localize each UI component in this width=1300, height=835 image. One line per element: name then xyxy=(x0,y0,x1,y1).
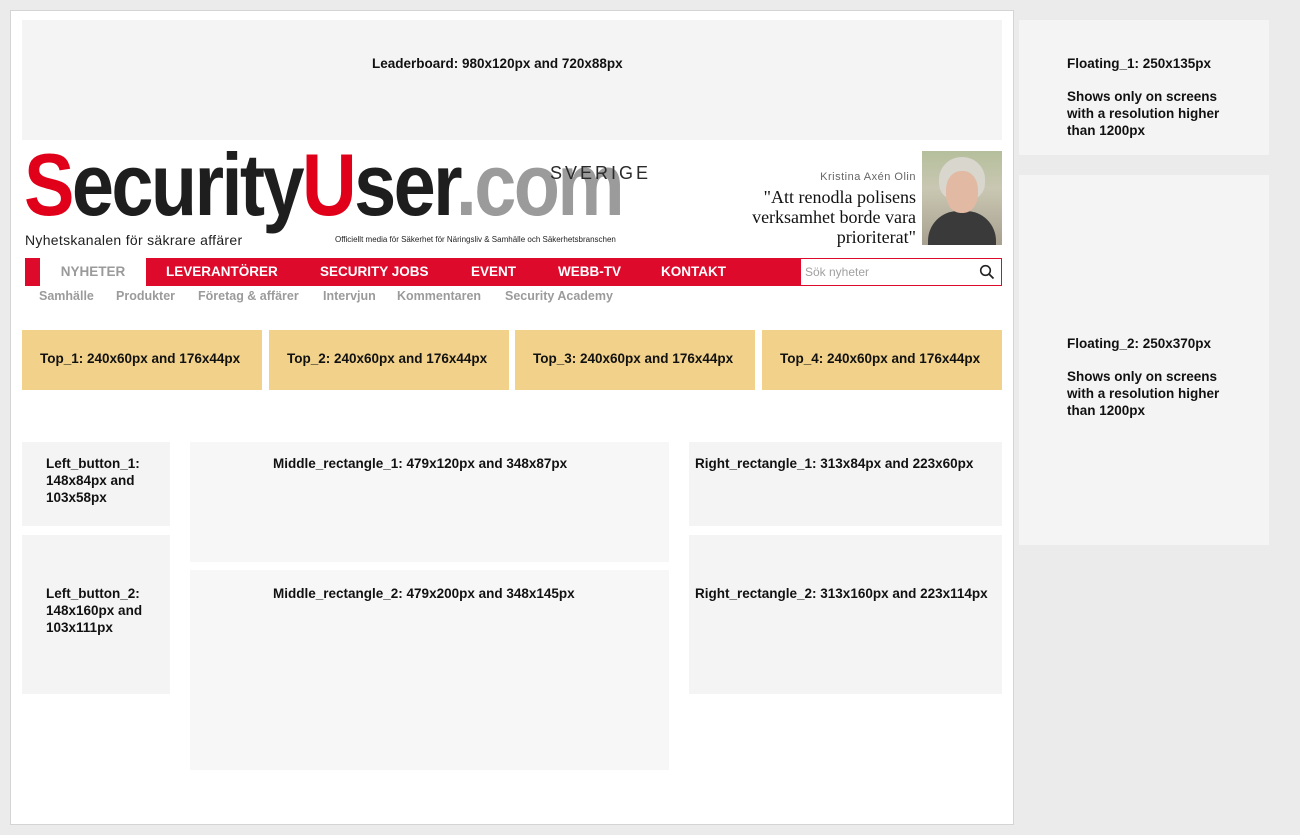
quote-promo[interactable]: Kristina Axén Olin "Att renodla polisens… xyxy=(706,151,1002,247)
right-rectangle-1-ad[interactable]: Right_rectangle_1: 313x84px and 223x60px xyxy=(689,442,1002,526)
logo-wordmark: SecurityUser.com xyxy=(24,135,625,234)
leaderboard-label: Leaderboard: 980x120px and 720x88px xyxy=(372,56,623,71)
nav-item-security-jobs[interactable]: SECURITY JOBS xyxy=(320,258,429,286)
search-icon[interactable] xyxy=(979,264,995,280)
search-box xyxy=(800,258,1002,286)
left-button-1-ad[interactable]: Left_button_1: 148x84px and 103x58px xyxy=(22,442,170,526)
top-ad-4[interactable]: Top_4: 240x60px and 176x44px xyxy=(762,330,1002,390)
subnav-intervjun[interactable]: Intervjun xyxy=(323,289,376,305)
main-nav: NYHETER LEVERANTÖRER SECURITY JOBS EVENT… xyxy=(25,258,1002,286)
floating-2-ad[interactable]: Floating_2: 250x370px Shows only on scre… xyxy=(1019,175,1269,545)
floating-1-ad[interactable]: Floating_1: 250x135px Shows only on scre… xyxy=(1019,20,1269,155)
top-ad-3[interactable]: Top_3: 240x60px and 176x44px xyxy=(515,330,755,390)
subnav-foretag-affarer[interactable]: Företag & affärer xyxy=(198,289,299,305)
top-ad-1[interactable]: Top_1: 240x60px and 176x44px xyxy=(22,330,262,390)
nav-item-webb-tv[interactable]: WEBB-TV xyxy=(558,258,621,286)
subnav-kommentaren[interactable]: Kommentaren xyxy=(397,289,481,305)
search-input[interactable] xyxy=(805,263,965,281)
subnav-samhalle[interactable]: Samhälle xyxy=(39,289,94,305)
promo-quote: "Att renodla polisens verksamhet borde v… xyxy=(752,187,916,247)
nav-item-nyheter[interactable]: NYHETER xyxy=(40,258,146,286)
right-rectangle-2-ad[interactable]: Right_rectangle_2: 313x160px and 223x114… xyxy=(689,535,1002,694)
top-ad-2[interactable]: Top_2: 240x60px and 176x44px xyxy=(269,330,509,390)
subnav-security-academy[interactable]: Security Academy xyxy=(505,289,613,305)
left-button-2-ad[interactable]: Left_button_2: 148x160px and 103x111px xyxy=(22,535,170,694)
site-logo[interactable]: SecurityUser.com SVERIGE Nyhetskanalen f… xyxy=(24,135,664,251)
subnav-produkter[interactable]: Produkter xyxy=(116,289,175,305)
middle-rectangle-1-ad[interactable]: Middle_rectangle_1: 479x120px and 348x87… xyxy=(190,442,669,562)
logo-tagline: Nyhetskanalen för säkrare affärer xyxy=(25,232,243,248)
promo-portrait xyxy=(922,151,1002,245)
leaderboard-ad[interactable]: Leaderboard: 980x120px and 720x88px xyxy=(22,20,1002,140)
middle-rectangle-2-ad[interactable]: Middle_rectangle_2: 479x200px and 348x14… xyxy=(190,570,669,770)
nav-item-event[interactable]: EVENT xyxy=(471,258,516,286)
promo-author: Kristina Axén Olin xyxy=(820,171,916,183)
nav-item-leverantorer[interactable]: LEVERANTÖRER xyxy=(166,258,278,286)
nav-item-kontakt[interactable]: KONTAKT xyxy=(661,258,726,286)
logo-subtitle: Officiellt media för Säkerhet för Näring… xyxy=(335,235,616,244)
logo-sverige: SVERIGE xyxy=(550,163,652,183)
